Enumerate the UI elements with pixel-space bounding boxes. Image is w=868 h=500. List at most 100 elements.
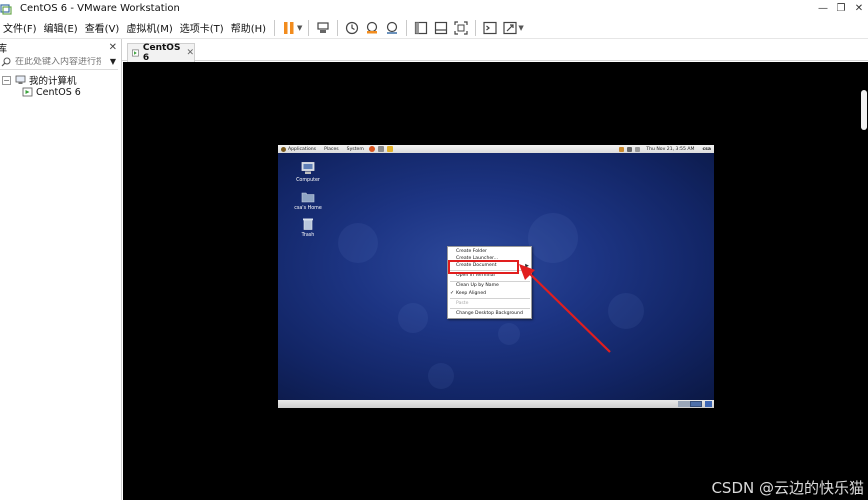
library-search: ▼ <box>0 55 118 70</box>
menu-item-clean-up[interactable]: Clean Up by Name <box>456 283 499 288</box>
snapshot-manager-icon <box>387 21 398 34</box>
show-desktop-button[interactable] <box>705 401 712 407</box>
tab-label: CentOS 6 <box>142 43 181 63</box>
pause-button[interactable] <box>280 19 298 37</box>
tab-strip: CentOS 6 ✕ <box>122 39 868 63</box>
library-close-button[interactable]: ✕ <box>109 42 117 53</box>
trash-icon <box>303 218 313 230</box>
restore-snapshot-icon <box>367 21 378 33</box>
window-title: CentOS 6 - VMware Workstation <box>20 3 180 14</box>
checkmark-icon: ✓ <box>450 290 455 296</box>
gnome-foot-icon <box>281 146 286 152</box>
toolbar-separator <box>475 19 477 36</box>
background-bokeh <box>398 303 428 333</box>
vm-icon <box>132 49 139 57</box>
title-bar: CentOS 6 - VMware Workstation — ❐ ✕ <box>0 0 868 17</box>
library-tree: − 我的计算机 CentOS 6 <box>0 70 121 98</box>
pause-icon <box>284 21 294 34</box>
menu-tabs[interactable]: 选项卡(T) <box>180 20 224 35</box>
stretch-icon <box>503 21 518 34</box>
menu-help[interactable]: 帮助(H) <box>231 20 266 35</box>
background-bokeh <box>428 363 454 389</box>
tree-item-label: 我的计算机 <box>29 76 77 87</box>
vm-icon <box>22 87 33 97</box>
menu-vm[interactable]: 虚拟机(M) <box>126 20 172 35</box>
vmware-logo-icon <box>0 3 12 15</box>
window-controls: — ❐ ✕ <box>814 0 868 17</box>
library-header: 库 ✕ <box>0 39 121 55</box>
show-library-button[interactable] <box>412 19 430 37</box>
desktop-icon-label: Computer <box>296 178 320 183</box>
annotation-highlight-box <box>448 260 519 274</box>
console-view-button[interactable] <box>481 19 499 37</box>
background-bokeh <box>528 213 578 263</box>
scrollbar-thumb[interactable] <box>861 90 867 130</box>
chevron-down-icon[interactable]: ▼ <box>297 24 302 32</box>
update-icon[interactable] <box>619 146 625 152</box>
snapshot-button[interactable] <box>343 19 361 37</box>
search-dropdown-icon[interactable]: ▼ <box>110 57 116 66</box>
background-bokeh <box>338 223 378 263</box>
mail-icon[interactable] <box>377 146 384 152</box>
menu-item-create-folder[interactable]: Create Folder <box>456 249 487 254</box>
workspace-switcher-2[interactable] <box>678 401 690 407</box>
desktop-icon-computer[interactable]: Computer <box>288 162 328 183</box>
thumbnail-bar-button[interactable] <box>432 19 450 37</box>
vm-console[interactable]: Applications Places System Thu Nov 21, 3… <box>123 62 868 500</box>
notes-icon[interactable] <box>386 146 393 152</box>
stretch-button[interactable] <box>501 19 519 37</box>
applications-menu-label: Applications <box>288 146 317 152</box>
full-screen-icon <box>454 20 469 35</box>
guest-screen[interactable]: Applications Places System Thu Nov 21, 3… <box>278 145 714 408</box>
tree-item-centos[interactable]: CentOS 6 <box>0 86 121 98</box>
restore-snapshot-button[interactable] <box>363 19 381 37</box>
chevron-down-icon[interactable]: ▼ <box>518 24 523 32</box>
gnome-top-panel: Applications Places System Thu Nov 21, 3… <box>278 145 714 153</box>
menu-view[interactable]: 查看(V) <box>85 20 120 35</box>
library-title: 库 <box>0 43 7 55</box>
network-icon[interactable] <box>635 146 641 152</box>
desktop-icon-label: csa's Home <box>294 206 322 211</box>
home-folder-icon <box>301 192 315 203</box>
menu-item-paste: Paste <box>456 301 469 306</box>
menu-edit[interactable]: 编辑(E) <box>44 20 78 35</box>
annotation-arrow-icon <box>519 264 611 353</box>
show-library-icon <box>415 21 428 34</box>
panel-user[interactable]: csa <box>702 147 711 152</box>
tab-centos-6[interactable]: CentOS 6 ✕ <box>127 43 195 63</box>
tree-item-label: CentOS 6 <box>36 86 81 98</box>
full-screen-button[interactable] <box>452 19 470 37</box>
places-menu[interactable]: Places <box>324 147 339 152</box>
desktop-icon-trash[interactable]: Trash <box>288 217 328 238</box>
toolbar-separator <box>274 19 276 36</box>
library-search-input[interactable] <box>15 57 101 67</box>
toolbar-separator <box>308 19 310 36</box>
send-ctrl-alt-del-button[interactable] <box>314 19 332 37</box>
close-button[interactable]: ✕ <box>850 0 868 17</box>
gnome-tray: Thu Nov 21, 3:55 AM csa <box>619 145 711 153</box>
collapse-toggle[interactable]: − <box>2 75 11 85</box>
firefox-icon[interactable] <box>368 146 375 152</box>
tab-close-button[interactable]: ✕ <box>186 48 194 58</box>
system-menu[interactable]: System <box>347 147 364 152</box>
computer-icon <box>15 75 26 84</box>
restore-button[interactable]: ❐ <box>832 0 850 17</box>
menu-file[interactable]: 文件(F) <box>3 20 37 35</box>
console-view-icon <box>483 21 498 34</box>
search-icon <box>1 57 11 67</box>
background-bokeh <box>608 293 644 329</box>
desktop-icon-home[interactable]: csa's Home <box>288 190 328 211</box>
desktop-background[interactable]: Computer csa's Home Trash Create Folder … <box>278 153 714 400</box>
panel-clock[interactable]: Thu Nov 21, 3:55 AM <box>646 147 694 152</box>
computer-icon <box>301 162 315 174</box>
send-ctrl-alt-del-icon <box>317 21 330 33</box>
volume-icon[interactable] <box>627 146 633 152</box>
snapshot-icon <box>346 21 359 34</box>
snapshot-manager-button[interactable] <box>383 19 401 37</box>
workspace-switcher-1[interactable] <box>690 401 702 407</box>
minimize-button[interactable]: — <box>814 0 832 17</box>
menu-item-keep-aligned[interactable]: Keep Aligned <box>456 291 486 296</box>
applications-menu[interactable]: Applications <box>281 146 317 152</box>
library-panel: 库 ✕ ▼ − 我的计算机 CentOS 6 <box>0 39 122 500</box>
tree-item-my-computer[interactable]: − 我的计算机 <box>0 74 121 87</box>
